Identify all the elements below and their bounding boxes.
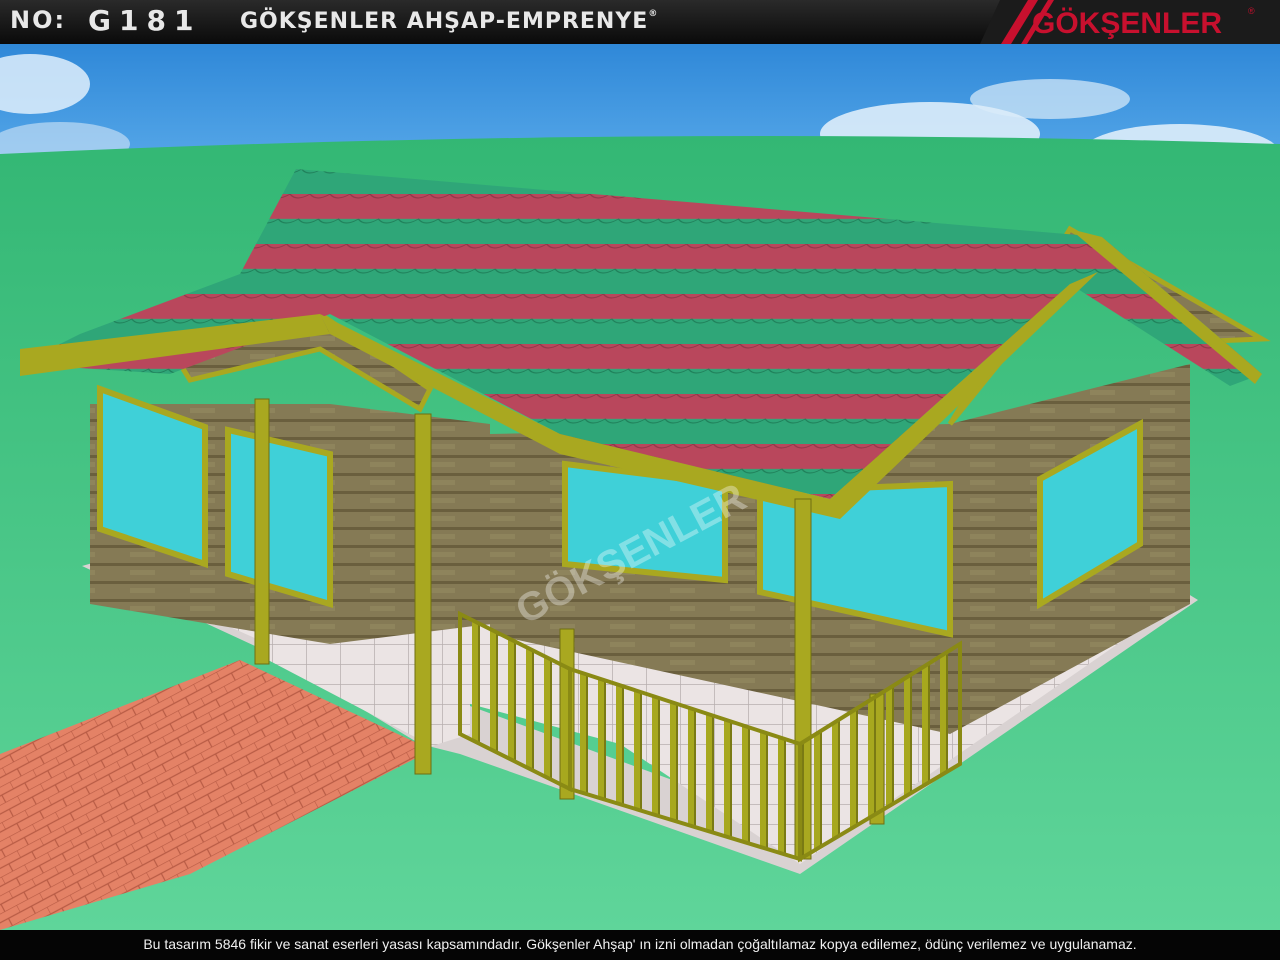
copyright-notice: Bu tasarım 5846 fikir ve sanat eserleri … bbox=[143, 936, 1137, 952]
brand-logo-text: GÖKŞENLER bbox=[1032, 7, 1222, 40]
model-number-label: NO: bbox=[10, 6, 67, 34]
model-number: G181 bbox=[88, 4, 202, 37]
footer-bar: Bu tasarım 5846 fikir ve sanat eserleri … bbox=[0, 930, 1280, 960]
svg-text:®: ® bbox=[1248, 6, 1255, 16]
company-name: GÖKŞENLER AHŞAP-EMPRENYE® bbox=[240, 9, 659, 34]
house-render: GÖKŞENLER bbox=[0, 44, 1280, 930]
